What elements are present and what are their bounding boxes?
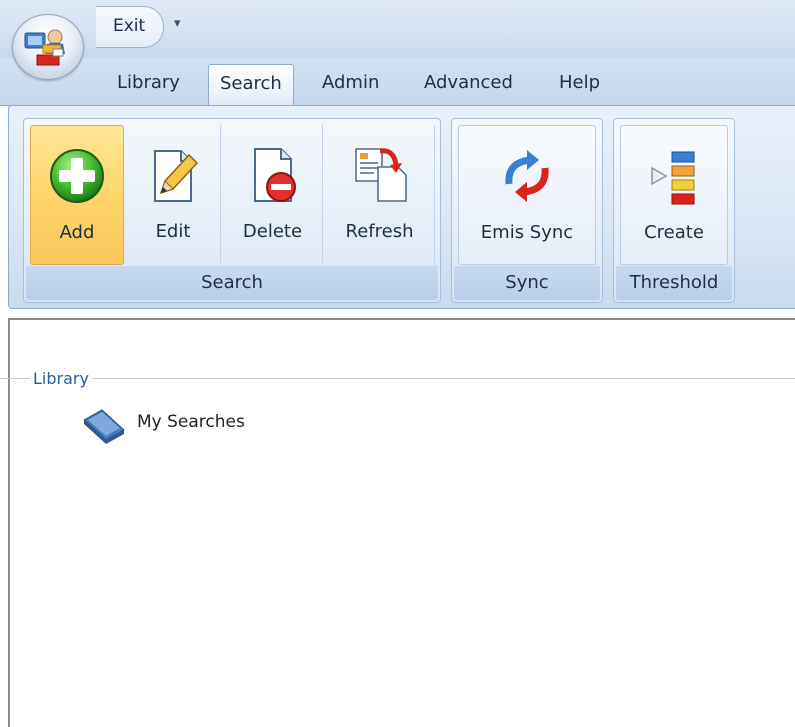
tab-label: Library [117,72,180,93]
add-button[interactable]: Add [30,125,124,265]
folder-icon [83,409,125,444]
tab-advanced[interactable]: Advanced [424,72,513,93]
ribbon-group-search: Add Edit Delete Refresh Search [23,118,441,303]
ribbon-group-sync: Emis Sync Sync [451,118,603,303]
library-content-area [8,318,795,727]
tab-help[interactable]: Help [559,72,600,93]
threshold-create-icon [651,151,695,205]
delete-icon [253,148,296,202]
create-threshold-button-label: Create [644,222,704,243]
edit-icon [154,150,199,202]
customize-quick-access-icon[interactable]: ▾ [174,16,181,31]
ribbon-tabs: Library Search Admin Advanced Help [0,58,795,107]
ribbon-panel: Add Edit Delete Refresh Search Emis Sync… [8,105,795,309]
app-logo-icon [24,29,65,66]
tab-library[interactable]: Library [117,72,180,93]
edit-button-label: Edit [155,221,191,242]
tab-label: Search [220,73,282,94]
emis-sync-button[interactable]: Emis Sync [458,125,596,265]
add-icon [50,149,104,203]
library-section-label: Library [30,369,92,388]
create-threshold-button[interactable]: Create [620,125,728,265]
refresh-icon [354,148,407,202]
ribbon-group-label: Search [26,266,438,300]
edit-button[interactable]: Edit [126,125,221,265]
delete-button-label: Delete [242,221,303,242]
quick-access-toolbar: Exit ▾ [0,0,795,58]
emis-sync-button-label: Emis Sync [480,222,574,243]
application-menu-button[interactable] [12,14,84,80]
ribbon-group-label: Threshold [616,266,732,300]
exit-button[interactable]: Exit [96,6,164,48]
tab-search[interactable]: Search [208,64,294,107]
ribbon-group-threshold: Create Threshold [613,118,735,303]
ribbon-group-label: Sync [454,266,600,300]
add-button-label: Add [59,222,95,243]
refresh-button[interactable]: Refresh [325,125,435,265]
refresh-button-label: Refresh [345,221,414,242]
tree-item-label: My Searches [137,412,245,432]
exit-button-label: Exit [113,16,146,36]
delete-button[interactable]: Delete [223,125,323,265]
tab-label: Advanced [424,72,513,93]
tab-label: Admin [322,72,380,93]
tab-admin[interactable]: Admin [322,72,379,93]
tab-label: Help [559,72,601,93]
sync-icon [505,150,549,202]
library-section-divider [0,378,795,379]
